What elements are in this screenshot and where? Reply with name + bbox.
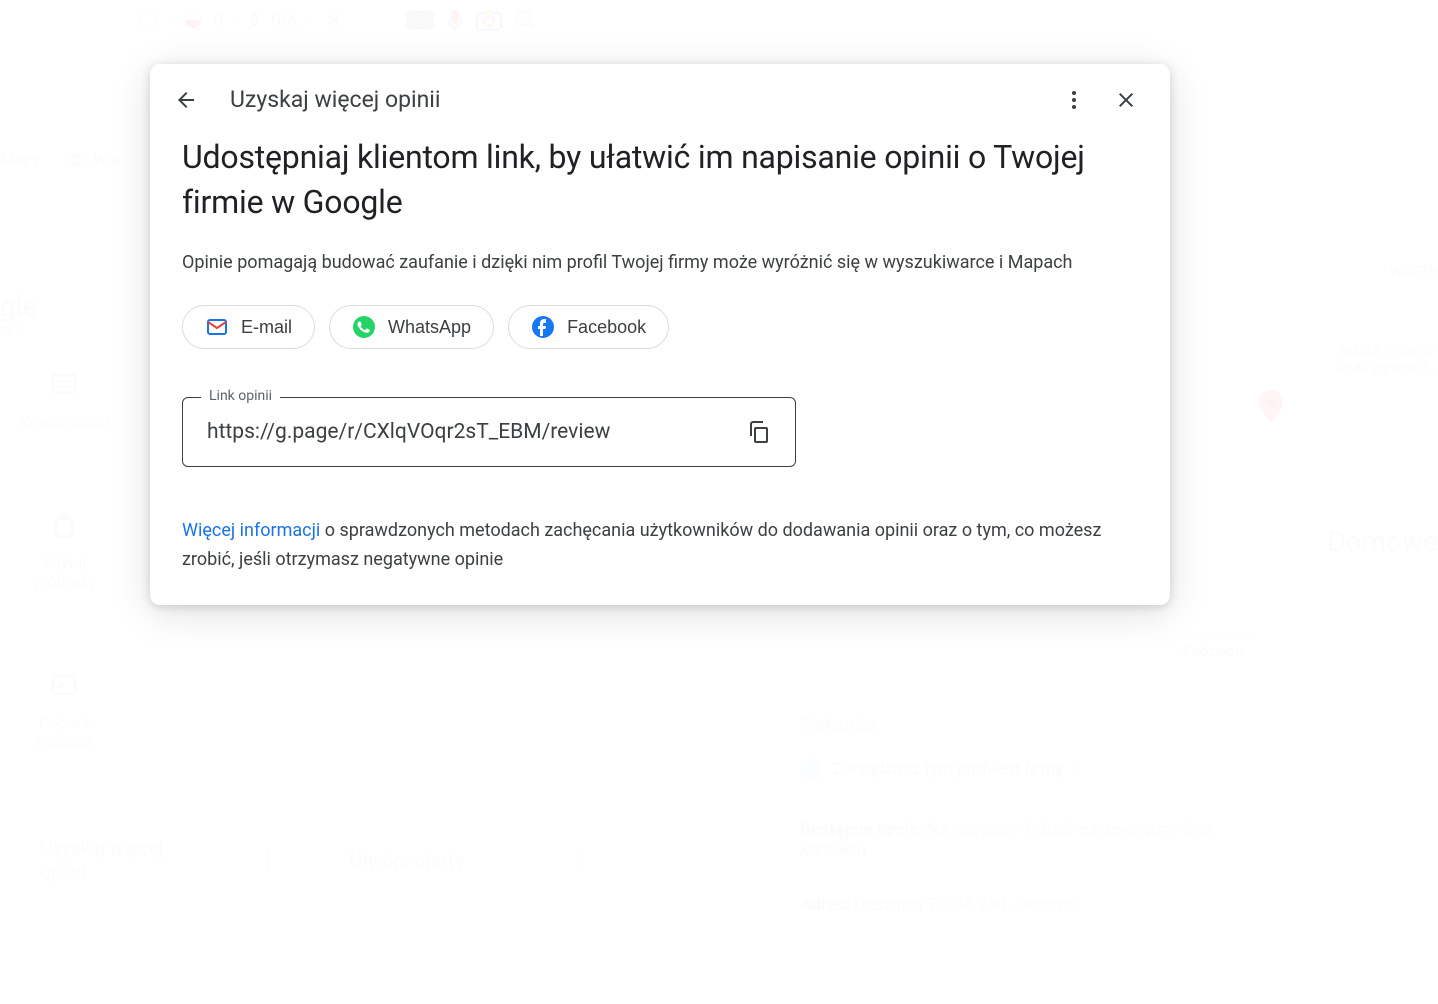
modal-title: Uzyskaj więcej opinii — [230, 86, 1062, 113]
main-heading: Udostępniaj klientom link, by ułatwić im… — [182, 135, 1138, 225]
review-link-url: https://g.page/r/CXlqVOqr2sT_EBM/review — [207, 420, 610, 444]
facebook-chip[interactable]: Facebook — [508, 305, 669, 349]
email-chip[interactable]: E-mail — [182, 305, 315, 349]
share-chips-row: E-mail WhatsApp Facebook — [182, 305, 1138, 349]
close-icon[interactable] — [1114, 88, 1138, 112]
back-arrow-icon[interactable] — [174, 88, 198, 112]
header-actions — [1062, 88, 1138, 112]
email-icon — [205, 315, 229, 339]
link-row: https://g.page/r/CXlqVOqr2sT_EBM/review — [207, 420, 771, 444]
get-more-reviews-modal: Uzyskaj więcej opinii Udostępniaj klient… — [150, 64, 1170, 605]
more-options-icon[interactable] — [1062, 88, 1086, 112]
link-label: Link opinii — [201, 388, 280, 404]
chip-label: WhatsApp — [388, 317, 471, 338]
copy-icon[interactable] — [747, 420, 771, 444]
review-link-box: Link opinii https://g.page/r/CXlqVOqr2sT… — [182, 397, 796, 467]
chip-label: E-mail — [241, 317, 292, 338]
subtext: Opinie pomagają budować zaufanie i dzięk… — [182, 249, 1138, 278]
more-info-link[interactable]: Więcej informacji — [182, 520, 320, 541]
modal-body: Udostępniaj klientom link, by ułatwić im… — [150, 135, 1170, 575]
info-text: Więcej informacji o sprawdzonych metodac… — [182, 517, 1138, 575]
whatsapp-icon — [352, 315, 376, 339]
info-rest: o sprawdzonych metodach zachęcania użytk… — [182, 520, 1101, 570]
modal-header: Uzyskaj więcej opinii — [150, 64, 1170, 135]
whatsapp-chip[interactable]: WhatsApp — [329, 305, 494, 349]
facebook-icon — [531, 315, 555, 339]
chip-label: Facebook — [567, 317, 646, 338]
